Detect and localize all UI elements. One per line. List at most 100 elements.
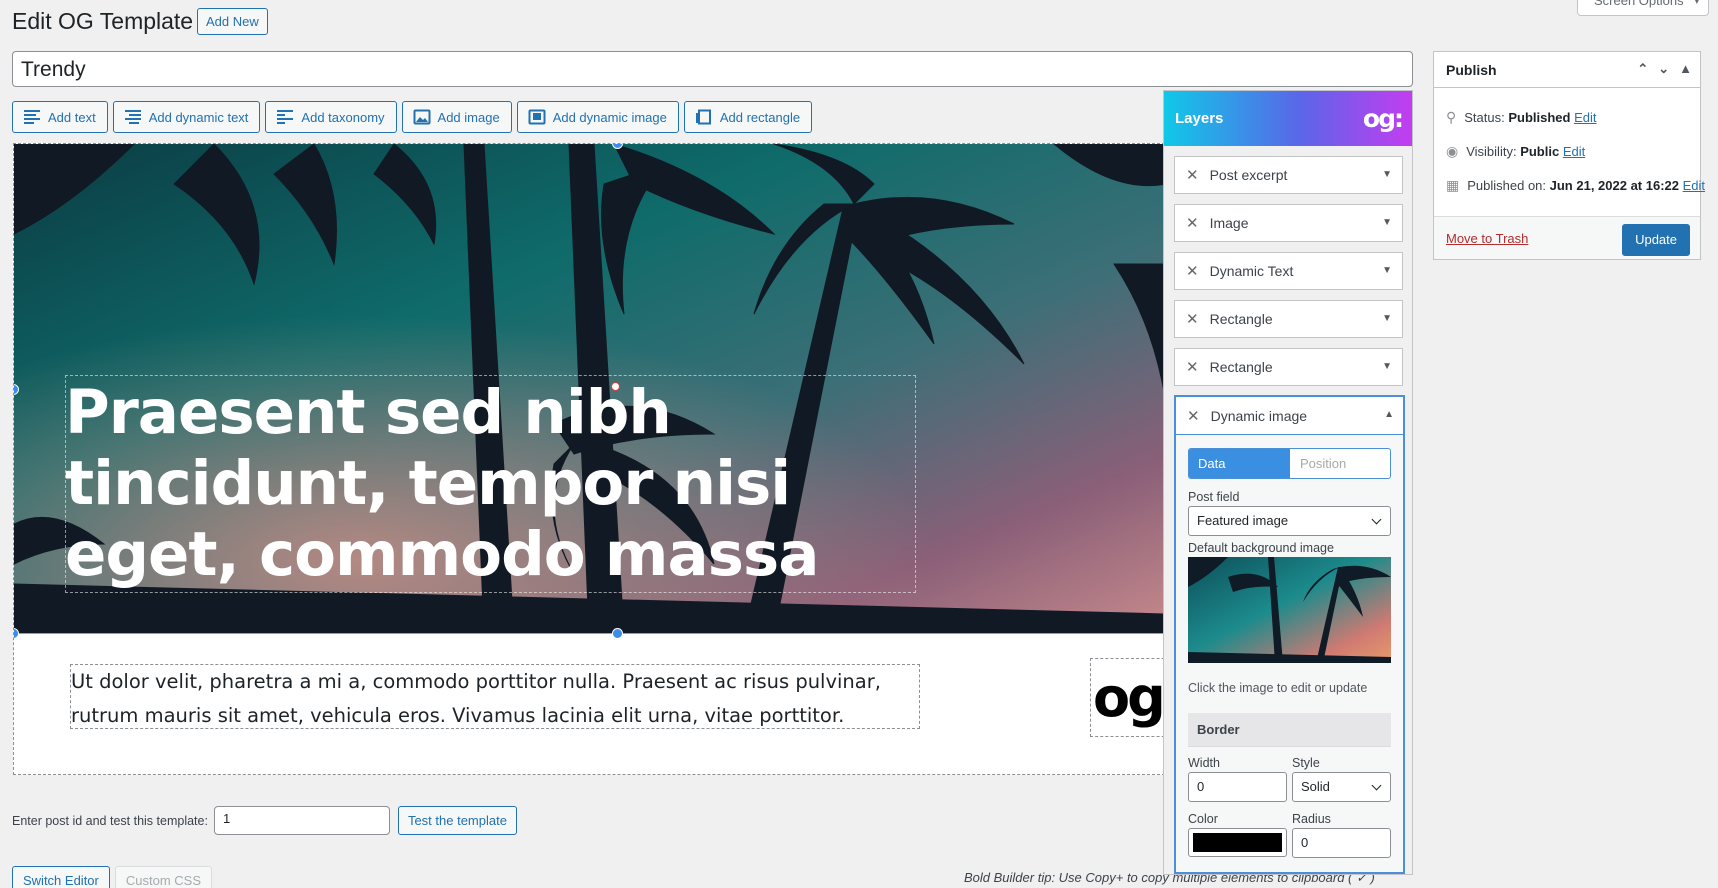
taxonomy-icon [277, 110, 294, 124]
element-toolbar: Add text Add dynamic text Add taxonomy A… [12, 101, 813, 133]
status-value: Published [1508, 110, 1571, 125]
move-to-trash-link[interactable]: Move to Trash [1446, 231, 1528, 246]
rectangle-icon [695, 109, 711, 125]
hero-image[interactable]: Praesent sed nibh tincidunt, tempor nisi… [14, 144, 1164, 634]
border-width-input[interactable]: 0 [1188, 772, 1287, 802]
switch-editor-button[interactable]: Switch Editor [12, 866, 110, 888]
move-down-icon[interactable]: ⌄ [1658, 61, 1669, 77]
edit-visibility-link[interactable]: Edit [1563, 144, 1585, 159]
add-text-label: Add text [48, 109, 96, 125]
add-text-button[interactable]: Add text [12, 101, 108, 133]
og-image-canvas[interactable]: Praesent sed nibh tincidunt, tempor nisi… [13, 143, 1165, 775]
layer-item-dynamic-image[interactable]: ✕ Dynamic image ▲ [1176, 397, 1403, 435]
publish-footer: Move to Trash Update [1434, 216, 1700, 259]
add-dynamic-text-button[interactable]: Add dynamic text [112, 101, 261, 133]
expand-icon[interactable]: ▼ [1382, 217, 1392, 228]
layer-label: Dynamic Text [1209, 263, 1294, 279]
image-helper-text: Click the image to edit or update [1188, 681, 1368, 695]
publish-title: Publish [1446, 61, 1497, 78]
layer-dynamic-image-expanded: ✕ Dynamic image ▲ Data Position Post fie… [1174, 395, 1405, 874]
remove-icon[interactable]: ✕ [1187, 407, 1200, 425]
page-title: Edit OG Template [12, 8, 194, 34]
remove-icon[interactable]: ✕ [1186, 214, 1199, 232]
remove-icon[interactable]: ✕ [1186, 166, 1199, 184]
visibility-label: Visibility: [1466, 144, 1517, 159]
add-dynamic-text-label: Add dynamic text [148, 109, 249, 125]
collapse-panel-icon[interactable]: ▲ [1679, 61, 1692, 77]
layer-item[interactable]: ✕ Rectangle ▼ [1174, 348, 1403, 386]
add-dynamic-image-button[interactable]: Add dynamic image [516, 101, 679, 133]
calendar-icon: ▦ [1446, 177, 1460, 193]
og-logo-icon: og: [1362, 104, 1404, 133]
publish-box: Publish ⌃ ⌄ ▲ ⚲ Status: Published Edit ◉… [1433, 51, 1705, 260]
layer-label: Post excerpt [1209, 167, 1288, 183]
layer-tabs: Data Position [1188, 448, 1391, 479]
eye-icon: ◉ [1446, 143, 1459, 159]
status-row: ⚲ Status: Published Edit [1446, 109, 1597, 126]
published-value: Jun 21, 2022 at 16:22 [1549, 178, 1679, 193]
border-style-select[interactable]: Solid [1292, 772, 1391, 802]
color-swatch-fill [1193, 833, 1282, 852]
published-label: Published on: [1467, 178, 1547, 193]
resize-handle-bottom[interactable] [612, 628, 623, 639]
og-logo: og: [1093, 666, 1164, 729]
expand-icon[interactable]: ▼ [1382, 265, 1392, 276]
post-title-input[interactable]: Trendy [12, 51, 1413, 87]
layers-title: Layers [1175, 110, 1224, 127]
rotate-handle[interactable] [611, 382, 620, 391]
add-new-button[interactable]: Add New [197, 8, 268, 35]
layer-label: Image [1209, 215, 1249, 231]
color-label: Color [1188, 812, 1218, 826]
published-on-row: ▦ Published on: Jun 21, 2022 at 16:22 Ed… [1446, 177, 1705, 194]
radius-label: Radius [1292, 812, 1331, 826]
layer-label: Rectangle [1209, 359, 1273, 375]
default-background-image[interactable] [1188, 557, 1391, 663]
add-rectangle-label: Add rectangle [719, 109, 801, 125]
add-dynamic-image-label: Add dynamic image [552, 109, 667, 125]
border-color-picker[interactable] [1188, 828, 1287, 857]
tab-data[interactable]: Data [1189, 449, 1290, 478]
post-id-input[interactable]: 1 [213, 806, 390, 835]
width-label: Width [1188, 756, 1220, 770]
pin-icon: ⚲ [1446, 109, 1457, 125]
expand-icon[interactable]: ▼ [1382, 169, 1392, 180]
post-field-label: Post field [1188, 490, 1240, 504]
visibility-row: ◉ Visibility: Public Edit [1446, 143, 1585, 160]
layer-item[interactable]: ✕ Image ▼ [1174, 204, 1403, 242]
palm-thumbnail [1188, 557, 1391, 663]
add-image-button[interactable]: Add image [401, 101, 512, 133]
tab-position[interactable]: Position [1290, 449, 1390, 478]
post-field-select[interactable]: Featured image [1188, 506, 1391, 536]
layer-item[interactable]: ✕ Rectangle ▼ [1174, 300, 1403, 338]
dynamic-image-icon [528, 109, 546, 125]
headline-text[interactable]: Praesent sed nibh tincidunt, tempor nisi… [65, 377, 905, 590]
remove-icon[interactable]: ✕ [1186, 310, 1199, 328]
move-up-icon[interactable]: ⌃ [1637, 61, 1648, 77]
remove-icon[interactable]: ✕ [1186, 262, 1199, 280]
editor-buttons: Switch Editor Custom CSS [12, 866, 213, 888]
test-template-button[interactable]: Test the template [397, 806, 517, 835]
edit-date-link[interactable]: Edit [1683, 178, 1705, 193]
add-taxonomy-button[interactable]: Add taxonomy [265, 101, 397, 133]
resize-handle-bottom-left[interactable] [14, 628, 19, 639]
update-button[interactable]: Update [1622, 224, 1690, 256]
excerpt-text[interactable]: Ut dolor velit, pharetra a mi a, commodo… [71, 665, 931, 733]
layer-label: Rectangle [1209, 311, 1273, 327]
edit-status-link[interactable]: Edit [1574, 110, 1596, 125]
collapse-icon[interactable]: ▲ [1384, 409, 1394, 420]
layer-label: Dynamic image [1210, 407, 1308, 424]
publish-header: Publish ⌃ ⌄ ▲ [1434, 52, 1700, 88]
visibility-value: Public [1520, 144, 1560, 159]
style-label: Style [1292, 756, 1320, 770]
screen-options-button[interactable]: Screen Options [1577, 0, 1709, 16]
expand-icon[interactable]: ▼ [1382, 361, 1392, 372]
add-rectangle-button[interactable]: Add rectangle [683, 101, 813, 133]
layer-item[interactable]: ✕ Dynamic Text ▼ [1174, 252, 1403, 290]
layers-header: Layers og: [1164, 91, 1412, 146]
layer-item[interactable]: ✕ Post excerpt ▼ [1174, 156, 1403, 194]
remove-icon[interactable]: ✕ [1186, 358, 1199, 376]
test-label: Enter post id and test this template: [12, 813, 208, 828]
expand-icon[interactable]: ▼ [1382, 313, 1392, 324]
border-radius-input[interactable]: 0 [1292, 828, 1391, 858]
custom-css-button[interactable]: Custom CSS [114, 866, 213, 888]
